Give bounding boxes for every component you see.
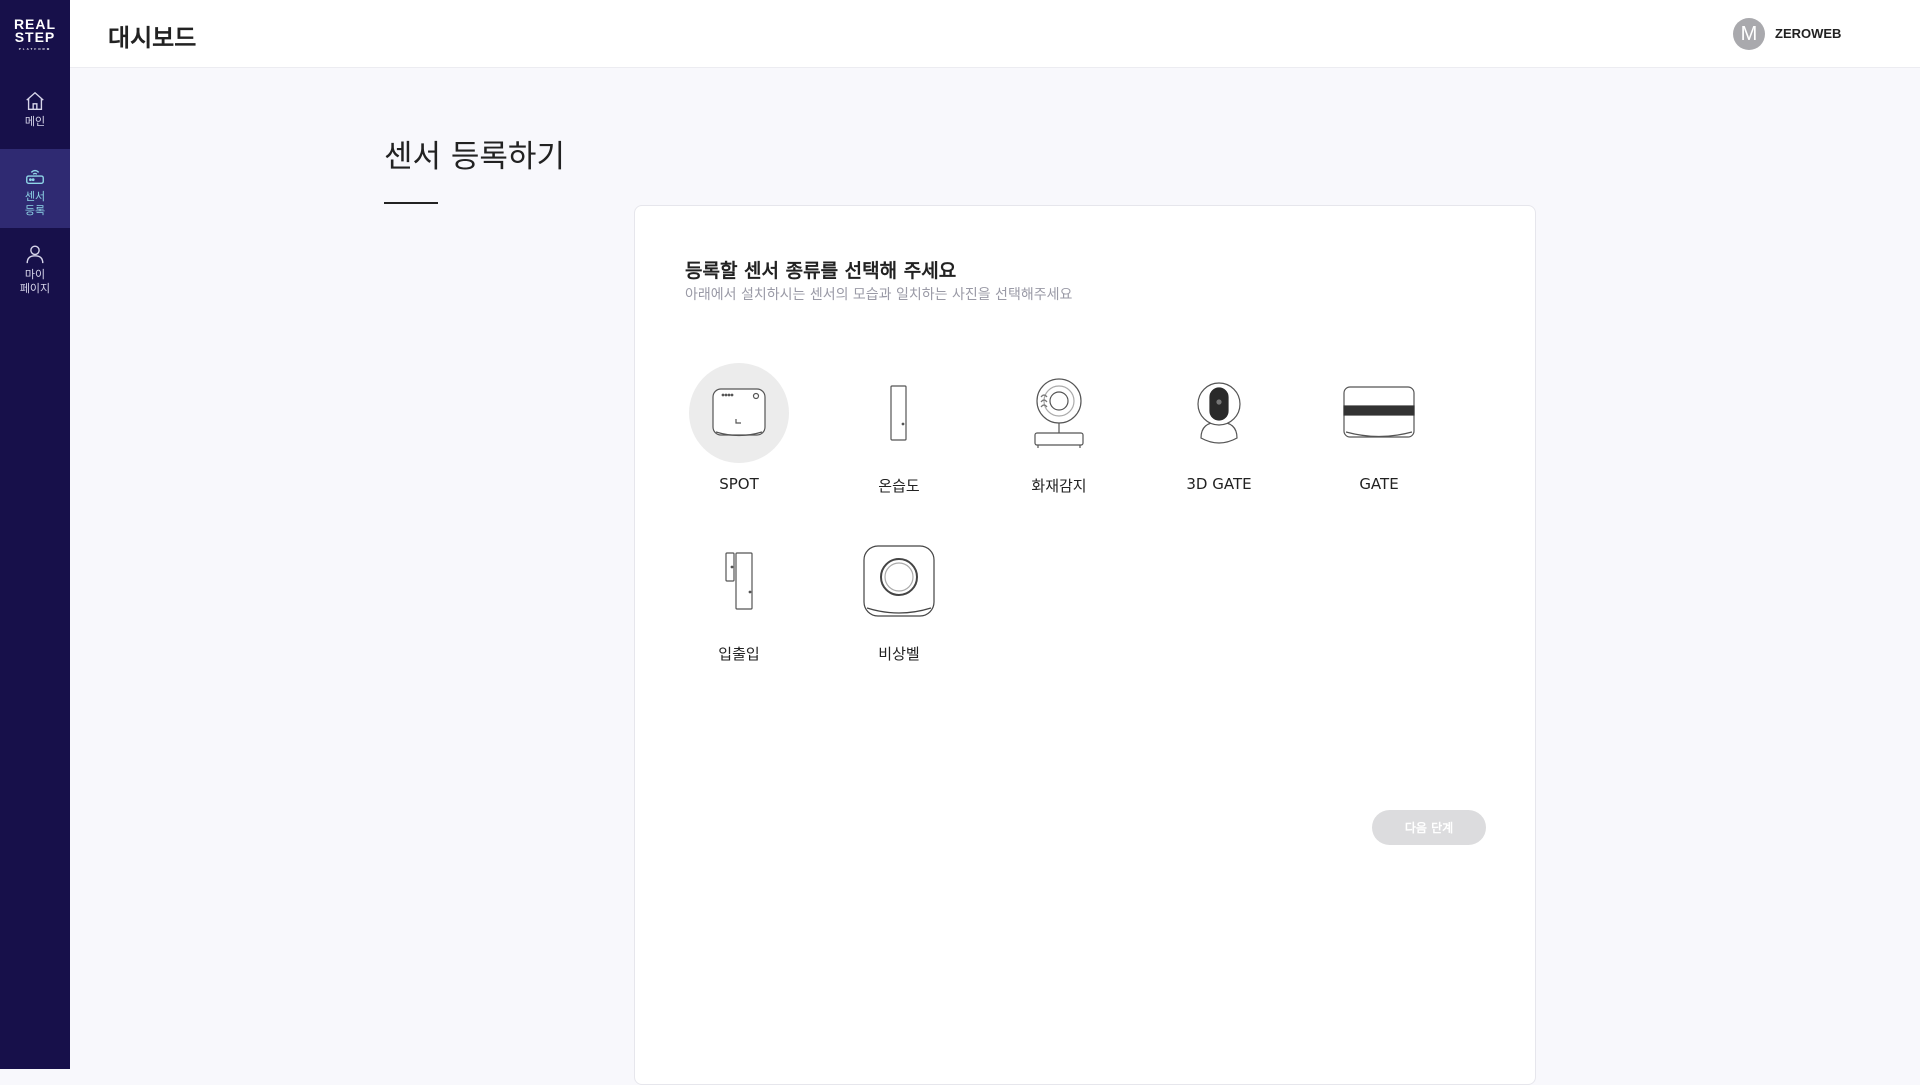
sensor-option-gate[interactable]: GATE bbox=[1314, 363, 1444, 493]
sensor-label: 입출입 bbox=[718, 645, 760, 663]
card-title: 등록할 센서 종류를 선택해 주세요 bbox=[685, 260, 957, 282]
sidebar-item-label: 메인 bbox=[24, 115, 46, 128]
logo-line-3: PLATFORM bbox=[18, 46, 52, 51]
title-underline bbox=[384, 202, 438, 204]
home-icon bbox=[26, 91, 44, 110]
sidebar-item-label: 마이 페이지 bbox=[19, 268, 51, 295]
sensor-option-humidity[interactable]: 온습도 bbox=[834, 363, 964, 496]
sensor-option-fire[interactable]: 화재감지 bbox=[994, 363, 1124, 496]
sidebar: REAL STEP PLATFORM 메인 센서 등록 마이 페이지 bbox=[0, 0, 70, 1069]
sensor-option-emergency-bell[interactable]: 비상벨 bbox=[834, 531, 964, 664]
card-subtitle: 아래에서 설치하시는 센서의 모습과 일치하는 사진을 선택해주세요 bbox=[685, 287, 1073, 303]
sensor-label: 비상벨 bbox=[878, 645, 920, 663]
next-step-button[interactable]: 다음 단계 bbox=[1372, 810, 1486, 845]
brand-logo[interactable]: REAL STEP PLATFORM bbox=[0, 0, 70, 68]
logo-line-2: STEP bbox=[14, 28, 56, 45]
sensor-label: GATE bbox=[1359, 475, 1399, 493]
sidebar-item-sensor-register[interactable]: 센서 등록 bbox=[0, 149, 70, 228]
humidity-sensor-icon bbox=[849, 363, 949, 463]
sensor-option-door[interactable]: 입출입 bbox=[674, 531, 804, 664]
page-title: 센서 등록하기 bbox=[384, 139, 565, 175]
sensor-label: SPOT bbox=[719, 475, 759, 493]
router-icon bbox=[26, 169, 44, 185]
top-header: 대시보드 M ZEROWEB bbox=[70, 0, 1920, 68]
sensor-label: 3D GATE bbox=[1186, 475, 1252, 493]
sensor-option-spot[interactable]: SPOT bbox=[674, 363, 804, 493]
avatar[interactable]: M bbox=[1733, 18, 1765, 50]
door-sensor-icon bbox=[689, 531, 789, 631]
emergency-bell-icon bbox=[849, 531, 949, 631]
fire-sensor-icon bbox=[1009, 363, 1109, 463]
sidebar-item-main[interactable]: 메인 bbox=[0, 90, 70, 129]
user-icon bbox=[26, 245, 44, 264]
header-title: 대시보드 bbox=[108, 24, 197, 52]
sensor-option-3d-gate[interactable]: 3D GATE bbox=[1154, 363, 1284, 493]
spot-sensor-icon bbox=[689, 363, 789, 463]
3d-gate-camera-icon bbox=[1169, 363, 1269, 463]
sidebar-item-my-page[interactable]: 마이 페이지 bbox=[0, 243, 70, 296]
sidebar-item-label: 센서 등록 bbox=[24, 190, 46, 217]
sensor-label: 화재감지 bbox=[1031, 477, 1087, 495]
gate-sensor-icon bbox=[1329, 363, 1429, 463]
sensor-label: 온습도 bbox=[878, 477, 920, 495]
username[interactable]: ZEROWEB bbox=[1775, 26, 1841, 41]
sensor-type-card: 등록할 센서 종류를 선택해 주세요 아래에서 설치하시는 센서의 모습과 일치… bbox=[634, 205, 1536, 1085]
